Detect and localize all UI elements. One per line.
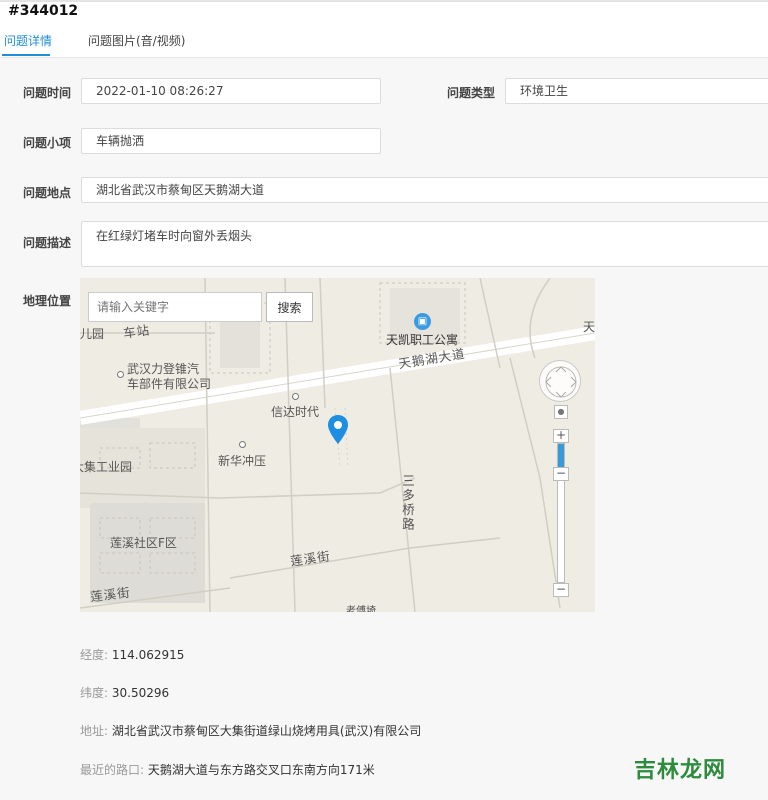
top-bar: #344012 问题详情 问题图片(音/视频)	[0, 0, 768, 58]
longitude-value: 114.062915	[111, 648, 185, 662]
item-field[interactable]: 车辆抛洒	[81, 128, 381, 154]
map-pan-control[interactable]	[539, 360, 581, 402]
location-field[interactable]: 湖北省武汉市蔡甸区天鹅湖大道	[81, 177, 768, 203]
description-field[interactable]: 在红绿灯堵车时向窗外丢烟头	[81, 221, 768, 267]
item-label: 问题小项	[23, 136, 72, 150]
zoom-handle[interactable]: −	[553, 467, 569, 481]
active-tab-indicator	[2, 54, 50, 56]
intersection-row: 最近的路口: 天鹅湖大道与东方路交叉口东南方向171米	[80, 761, 375, 778]
map-label-industrial: 大集工业园	[80, 460, 133, 474]
time-label: 问题时间	[23, 86, 72, 100]
pan-arrows-icon	[545, 366, 577, 398]
location-pin-icon	[328, 415, 348, 444]
latitude-label: 纬度:	[80, 686, 109, 700]
poi-dot	[117, 371, 124, 378]
address-value: 湖北省武汉市蔡甸区大集街道绿山烧烤用具(武汉)有限公司	[111, 724, 422, 738]
longitude-row: 经度: 114.062915	[80, 646, 184, 663]
poi-dot	[239, 441, 246, 448]
zoom-slider[interactable]	[557, 443, 565, 583]
tab-details[interactable]: 问题详情	[4, 32, 52, 49]
map-label-lianxi-area: 莲溪社区F区	[110, 536, 177, 550]
intersection-label: 最近的路口:	[80, 763, 145, 777]
map-label-yuan: 儿园	[80, 327, 105, 341]
type-label: 问题类型	[447, 86, 496, 100]
zoom-in-button[interactable]: +	[553, 429, 569, 443]
map-label-station: 车站	[122, 322, 152, 341]
map-label-xinda: 信达时代	[271, 405, 320, 419]
ticket-id: #344012	[8, 3, 79, 19]
map-search-button[interactable]: 搜索	[266, 292, 313, 322]
watermark-text: 吉林龙网	[634, 758, 727, 783]
map-label-tian-edge: 天	[583, 320, 595, 334]
latitude-value: 30.50296	[111, 686, 170, 700]
zoom-out-button[interactable]: −	[553, 583, 569, 597]
time-field[interactable]: 2022-01-10 08:26:27	[81, 78, 381, 104]
building-icon: ▣	[414, 313, 431, 330]
map-reset-button[interactable]: ●	[554, 405, 568, 419]
map-label-company2: 车部件有限公司	[127, 377, 212, 391]
map-label-sanduo-road: 三多桥路	[400, 474, 415, 532]
latitude-row: 纬度: 30.50296	[80, 684, 169, 701]
longitude-label: 经度:	[80, 648, 109, 662]
map-view[interactable]: 搜索 儿园 车站 武汉力登锥汽 车部件有限公司 信达时代 新华冲压 大集工业园 …	[80, 278, 595, 612]
intersection-value: 天鹅湖大道与东方路交叉口东南方向171米	[147, 763, 375, 777]
geo-label: 地理位置	[23, 294, 72, 308]
map-search-input[interactable]	[88, 292, 262, 322]
map-label-laopu: 老傅埼	[346, 606, 376, 612]
location-label: 问题地点	[23, 186, 72, 200]
type-field[interactable]: 环境卫生	[505, 78, 768, 104]
address-row: 地址: 湖北省武汉市蔡甸区大集街道绿山烧烤用具(武汉)有限公司	[80, 722, 421, 739]
address-label: 地址:	[80, 724, 109, 738]
description-label: 问题描述	[23, 236, 72, 250]
tab-media[interactable]: 问题图片(音/视频)	[88, 32, 185, 49]
map-label-xinhua: 新华冲压	[218, 454, 267, 468]
poi-dot	[292, 393, 299, 400]
